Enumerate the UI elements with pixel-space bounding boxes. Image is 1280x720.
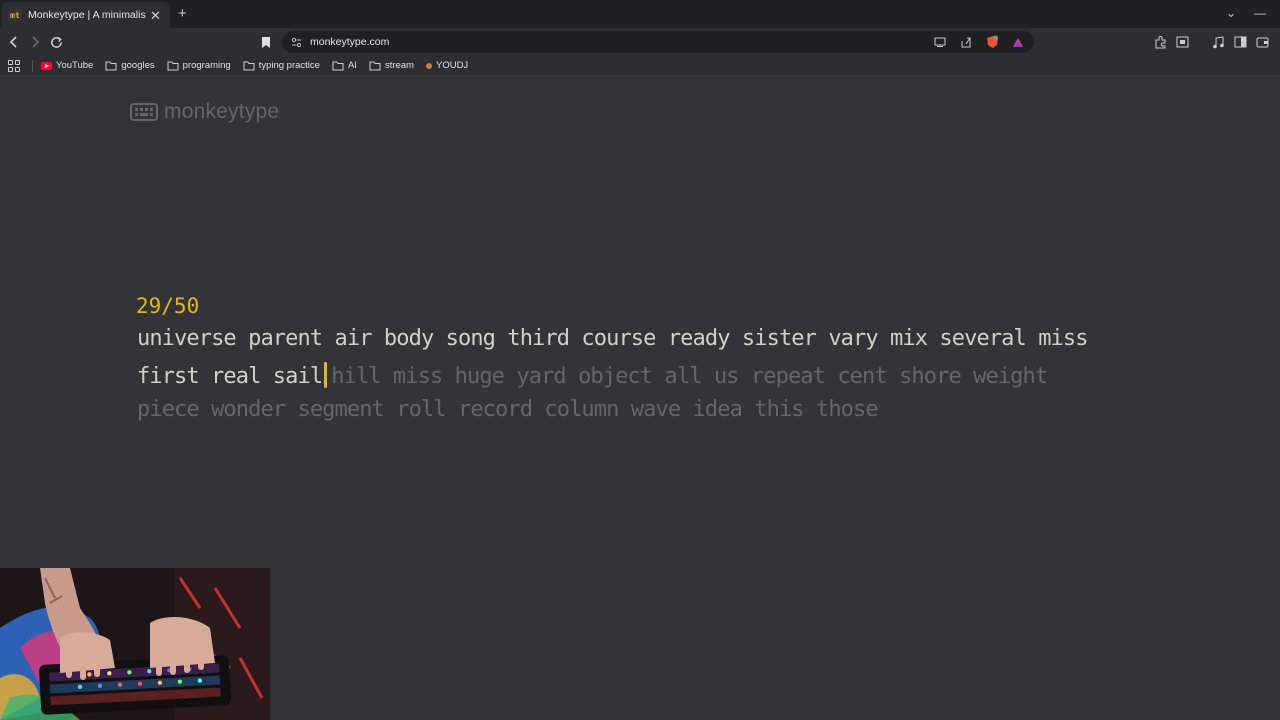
- webcam-overlay: [0, 568, 270, 720]
- monkeytype-favicon-icon: mt: [8, 8, 22, 22]
- webcam-keyboard-hands-image: [0, 568, 270, 720]
- close-tab-icon[interactable]: ✕: [150, 9, 161, 22]
- bookmarks-separator: [32, 59, 33, 72]
- bookmarks-bar: YouTube googles programing typing practi…: [0, 56, 1280, 76]
- word-counter: 29/50: [136, 294, 200, 318]
- bookmark-page-button[interactable]: [258, 33, 274, 51]
- tab-strip: mt Monkeytype | A minimalistic, customiz…: [0, 0, 1280, 28]
- bookmark-label: AI: [347, 60, 357, 71]
- minimize-window-icon[interactable]: —: [1254, 6, 1266, 20]
- bookmark-label: programing: [182, 60, 231, 71]
- bookmark-folder-stream[interactable]: stream: [369, 60, 414, 71]
- media-controls-icon[interactable]: [1210, 33, 1226, 51]
- folder-icon: [332, 61, 344, 71]
- forward-arrow-icon: [32, 36, 40, 48]
- folder-icon: [105, 61, 117, 71]
- window-controls: ⌄ —: [1226, 6, 1266, 20]
- site-dot-icon: [425, 62, 432, 69]
- bookmark-folder-typing-practice[interactable]: typing practice: [243, 60, 320, 71]
- browser-tab[interactable]: mt Monkeytype | A minimalistic, customiz…: [2, 2, 170, 28]
- new-tab-button[interactable]: +: [178, 5, 187, 22]
- monkeytype-logo[interactable]: monkeytype: [130, 100, 279, 124]
- brave-rewards-icon[interactable]: [1010, 34, 1026, 50]
- bookmark-folder-programing[interactable]: programing: [167, 60, 231, 71]
- address-bar-actions: [932, 34, 1026, 50]
- url-text: monkeytype.com: [310, 36, 390, 48]
- share-icon[interactable]: [958, 34, 974, 50]
- typed-words: first real sail: [137, 363, 323, 389]
- keyboard-logo-icon: [130, 103, 158, 121]
- extensions-puzzle-icon[interactable]: [1152, 33, 1168, 51]
- brave-shields-icon[interactable]: [984, 34, 1000, 50]
- bookmark-label: YOUDJ: [435, 60, 469, 71]
- back-arrow-icon: [9, 36, 17, 48]
- tab-title: Monkeytype | A minimalistic, customizabl…: [28, 9, 146, 21]
- address-bar[interactable]: monkeytype.com: [282, 31, 1034, 53]
- folder-icon: [243, 61, 255, 71]
- typed-words: universe parent air body song third cour…: [137, 326, 1088, 351]
- folder-icon: [369, 61, 381, 71]
- toolbar-separator: [1196, 33, 1204, 51]
- browser-toolbar: monkeytype.com: [0, 28, 1280, 56]
- folder-icon: [167, 61, 179, 71]
- bookmark-icon: [262, 36, 270, 48]
- cast-icon[interactable]: [932, 34, 948, 50]
- bookmark-label: YouTube: [56, 60, 94, 71]
- reload-icon: [50, 36, 62, 48]
- bookmark-label: stream: [384, 60, 414, 71]
- forward-button[interactable]: [26, 33, 44, 51]
- words-line: first real sail hill miss huge yard objec…: [137, 361, 1237, 398]
- site-info-icon[interactable]: [290, 36, 302, 48]
- bookmark-label: typing practice: [258, 60, 320, 71]
- wallet-icon[interactable]: [1254, 33, 1270, 51]
- words-line: universe parent air body song third cour…: [137, 326, 1237, 362]
- reload-button[interactable]: [47, 33, 65, 51]
- bookmark-label: googles: [121, 60, 155, 71]
- back-button[interactable]: [5, 33, 23, 51]
- sidebar-toggle-icon[interactable]: [1232, 33, 1248, 51]
- tab-search-chevron-icon[interactable]: ⌄: [1226, 6, 1236, 20]
- untyped-words: hill miss huge yard object all us repeat…: [331, 363, 1048, 389]
- bookmark-folder-googles[interactable]: googles: [105, 60, 155, 71]
- bookmark-youtube[interactable]: YouTube: [41, 60, 93, 71]
- reader-mode-icon[interactable]: [1174, 33, 1190, 51]
- youtube-icon: [41, 61, 52, 70]
- toolbar-extensions: [1152, 33, 1270, 51]
- words-line: piece wonder segment roll record column …: [137, 397, 1237, 433]
- typing-test-words[interactable]: universe parent air body song third cour…: [137, 326, 1237, 433]
- bookmark-youdj[interactable]: YOUDJ: [425, 60, 469, 71]
- typing-caret: [324, 361, 328, 388]
- bookmark-folder-ai[interactable]: AI: [332, 60, 357, 71]
- untyped-words: piece wonder segment roll record column …: [137, 397, 879, 422]
- apps-grid-icon[interactable]: [8, 59, 20, 72]
- logo-text: monkeytype: [164, 100, 280, 123]
